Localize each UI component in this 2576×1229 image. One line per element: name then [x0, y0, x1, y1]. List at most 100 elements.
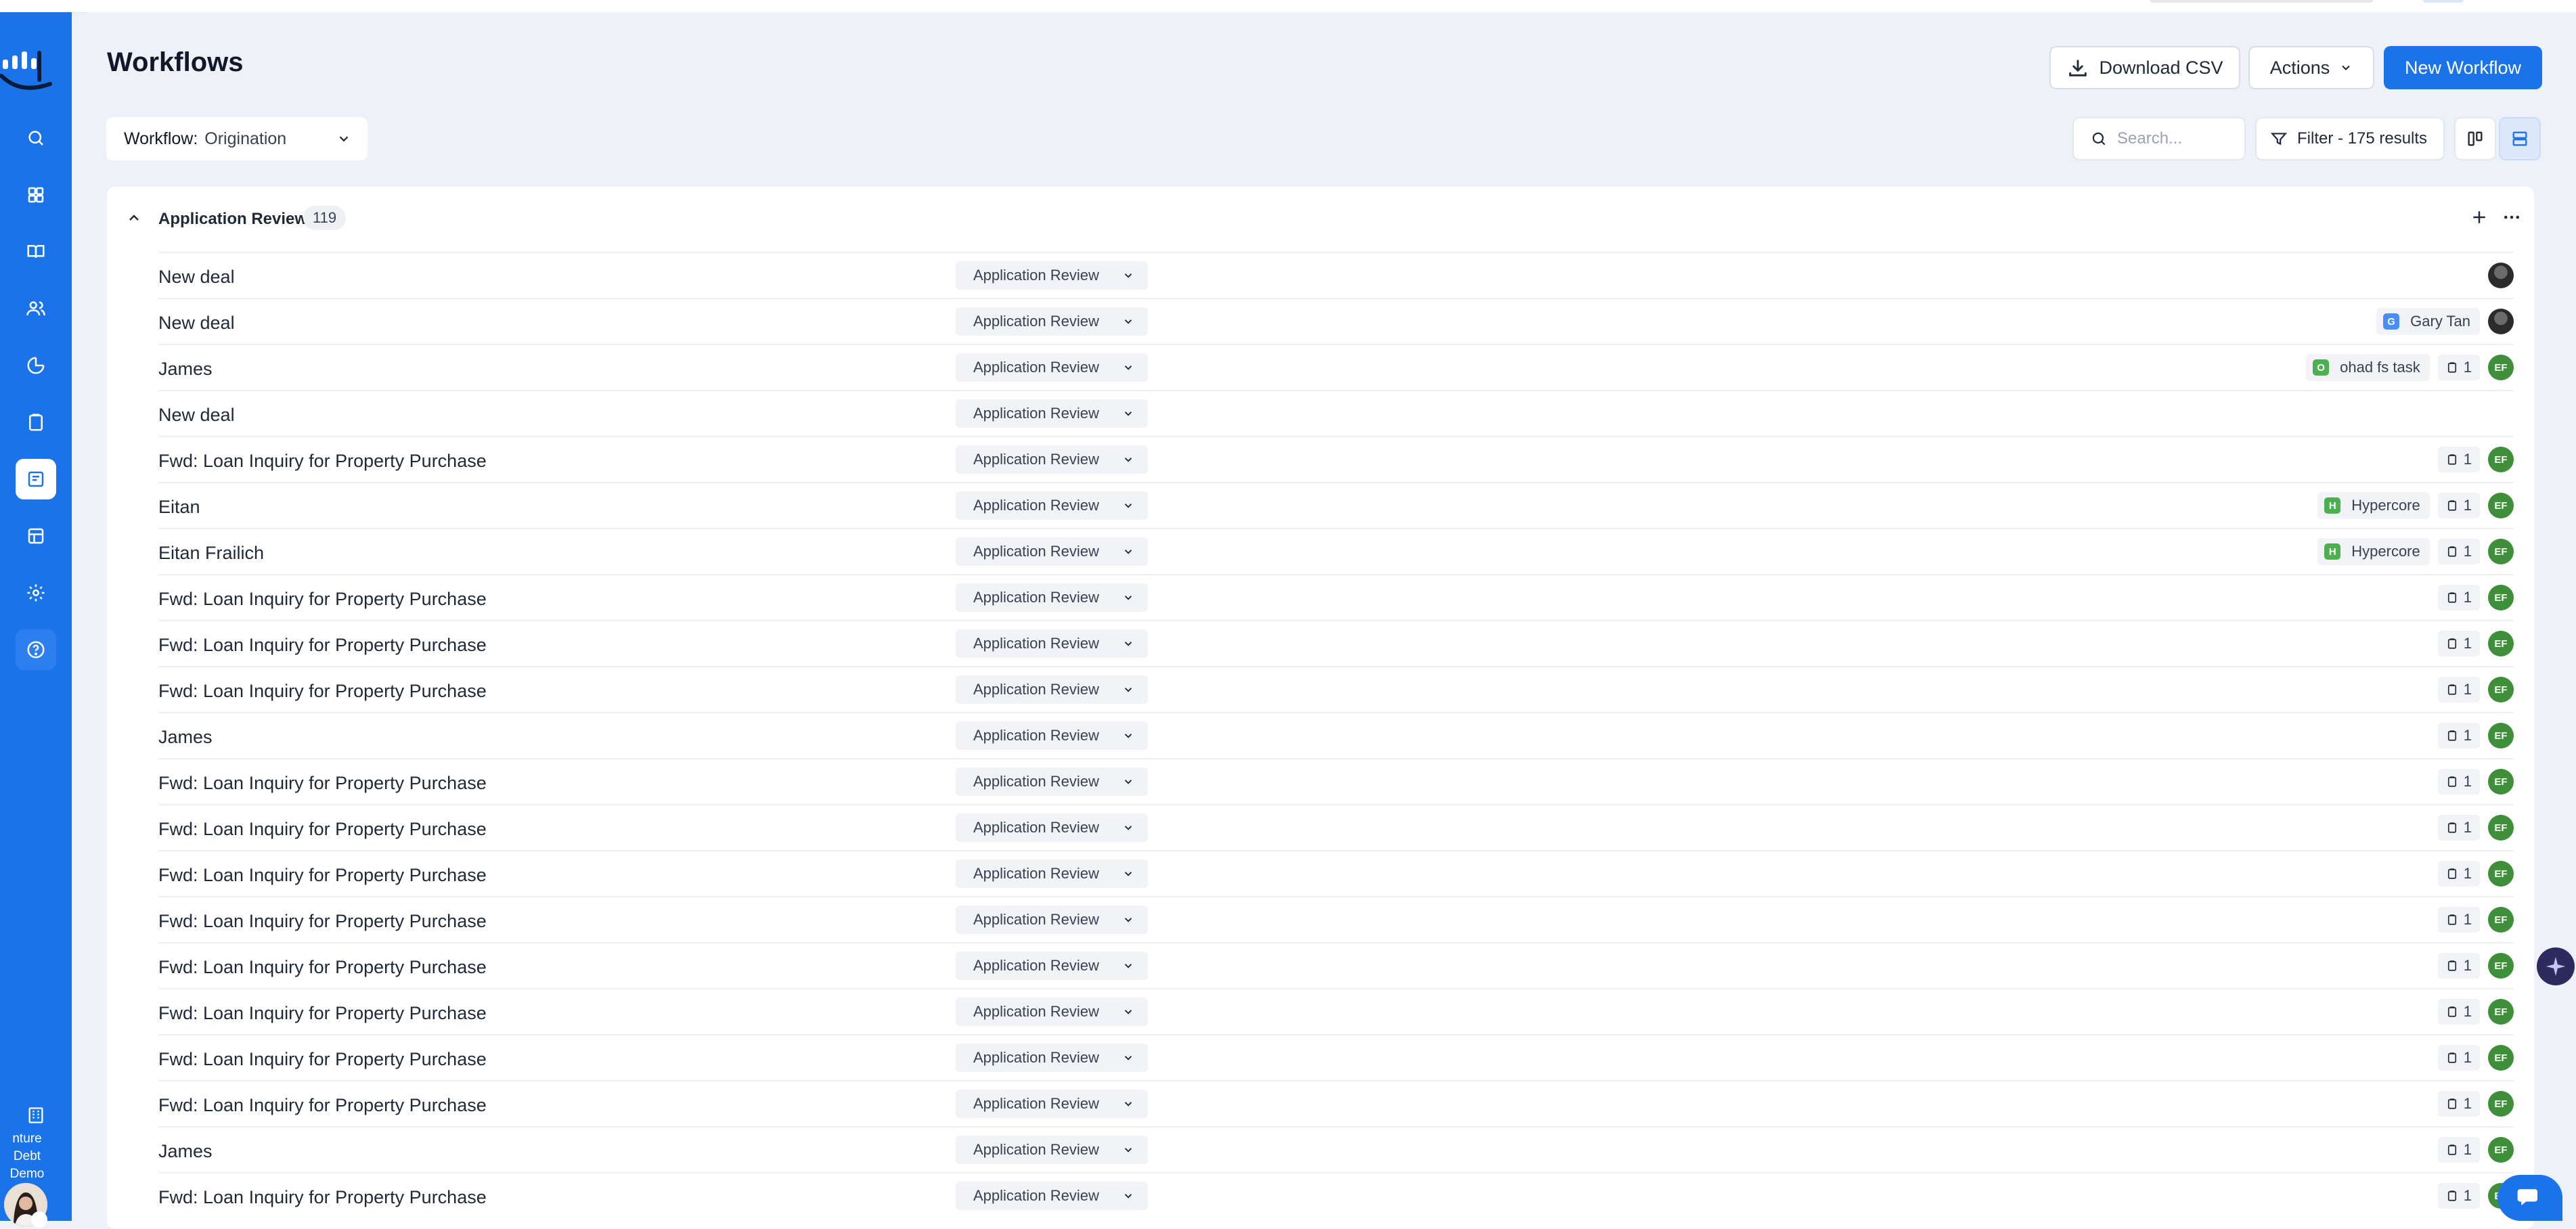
row-title[interactable]: Fwd: Loan Inquiry for Property Purchase	[158, 911, 487, 932]
assignee-avatar[interactable]: EF	[2488, 723, 2514, 748]
row-title[interactable]: James	[158, 359, 213, 380]
stage-dropdown[interactable]: Application Review	[956, 721, 1148, 750]
task-count-chip[interactable]: 1	[2437, 953, 2480, 979]
stage-dropdown[interactable]: Application Review	[956, 491, 1148, 520]
stage-dropdown[interactable]: Application Review	[956, 445, 1148, 474]
company-tag[interactable]: Oohad fs task	[2306, 354, 2430, 381]
stage-dropdown[interactable]: Application Review	[956, 906, 1148, 934]
table-row[interactable]: Fwd: Loan Inquiry for Property Purchase A…	[158, 896, 2514, 942]
table-row[interactable]: Fwd: Loan Inquiry for Property Purchase A…	[158, 850, 2514, 896]
table-row[interactable]: New deal Application Review G Gary Tan	[158, 298, 2514, 344]
stage-dropdown[interactable]: Application Review	[956, 952, 1148, 980]
stage-dropdown[interactable]: Application Review	[956, 629, 1148, 658]
row-title[interactable]: Fwd: Loan Inquiry for Property Purchase	[158, 1003, 487, 1024]
assignee-avatar[interactable]: EF	[2488, 1137, 2514, 1163]
stage-dropdown[interactable]: Application Review	[956, 1044, 1148, 1072]
help-icon[interactable]	[16, 629, 56, 670]
stage-dropdown[interactable]: Application Review	[956, 583, 1148, 612]
table-row[interactable]: Fwd: Loan Inquiry for Property Purchase A…	[158, 804, 2514, 850]
stage-dropdown[interactable]: Application Review	[956, 307, 1148, 336]
stage-dropdown[interactable]: Application Review	[956, 261, 1148, 290]
task-count-chip[interactable]: 1	[2437, 907, 2480, 933]
dashboard-icon[interactable]	[16, 175, 56, 215]
more-options-icon[interactable]	[2502, 207, 2522, 227]
settings-icon[interactable]	[16, 573, 56, 613]
table-row[interactable]: Fwd: Loan Inquiry for Property Purchase A…	[158, 1034, 2514, 1080]
task-count-chip[interactable]: 1	[2437, 1045, 2480, 1071]
row-title[interactable]: Fwd: Loan Inquiry for Property Purchase	[158, 773, 487, 794]
task-count-chip[interactable]: 1	[2437, 539, 2480, 564]
download-csv-button[interactable]: Download CSV	[2049, 46, 2240, 89]
row-title[interactable]: Fwd: Loan Inquiry for Property Purchase	[158, 1095, 487, 1116]
assignee-avatar[interactable]: EF	[2488, 999, 2514, 1025]
assignee-avatar[interactable]: EF	[2488, 539, 2514, 564]
task-count-chip[interactable]: 1	[2437, 861, 2480, 887]
table-row[interactable]: Eitan Application Review H Hypercore 1 EF	[158, 482, 2514, 528]
list-view-toggle[interactable]	[2499, 117, 2541, 160]
task-count-chip[interactable]: 1	[2437, 631, 2480, 656]
stage-dropdown[interactable]: Application Review	[956, 813, 1148, 842]
row-title[interactable]: Fwd: Loan Inquiry for Property Purchase	[158, 635, 487, 656]
row-title[interactable]: Fwd: Loan Inquiry for Property Purchase	[158, 1049, 487, 1070]
table-icon[interactable]	[16, 516, 56, 556]
search-input[interactable]: Search...	[2072, 117, 2246, 160]
table-row[interactable]: Fwd: Loan Inquiry for Property Purchase A…	[158, 574, 2514, 620]
table-row[interactable]: Fwd: Loan Inquiry for Property Purchase A…	[158, 436, 2514, 482]
row-title[interactable]: Fwd: Loan Inquiry for Property Purchase	[158, 957, 487, 978]
filter-button[interactable]: Filter - 175 results	[2255, 117, 2445, 160]
task-count-chip[interactable]: 1	[2437, 493, 2480, 518]
table-row[interactable]: Fwd: Loan Inquiry for Property Purchase A…	[158, 666, 2514, 712]
search-icon[interactable]	[16, 118, 56, 158]
assignee-avatar[interactable]: EF	[2488, 769, 2514, 795]
assignee-avatar[interactable]	[2488, 309, 2514, 334]
stage-dropdown[interactable]: Application Review	[956, 767, 1148, 796]
assignee-avatar[interactable]: EF	[2488, 585, 2514, 610]
table-row[interactable]: Fwd: Loan Inquiry for Property Purchase A…	[158, 988, 2514, 1034]
table-row[interactable]: Eitan Frailich Application Review H Hyperco…	[158, 528, 2514, 574]
chat-support-button[interactable]	[2497, 1175, 2562, 1221]
row-title[interactable]: Eitan	[158, 497, 200, 518]
assignee-avatar[interactable]: EF	[2488, 1045, 2514, 1071]
actions-button[interactable]: Actions	[2248, 46, 2374, 89]
workflow-select[interactable]: Workflow: Origination	[106, 117, 368, 160]
task-count-chip[interactable]: 1	[2437, 585, 2480, 610]
assignee-avatar[interactable]: EF	[2488, 815, 2514, 841]
assignee-avatar[interactable]: EF	[2488, 447, 2514, 472]
company-tag[interactable]: H Hypercore	[2317, 492, 2430, 519]
table-row[interactable]: James Application Review 1 EF	[158, 1126, 2514, 1172]
task-count-chip[interactable]: 1	[2437, 355, 2480, 380]
new-workflow-button[interactable]: New Workflow	[2384, 46, 2542, 89]
row-title[interactable]: New deal	[158, 405, 235, 426]
row-title[interactable]: James	[158, 1141, 213, 1162]
task-count-chip[interactable]: 1	[2437, 1091, 2480, 1117]
task-count-chip[interactable]: 1	[2437, 723, 2480, 748]
clipboard-icon[interactable]	[16, 402, 56, 443]
ai-assistant-button[interactable]	[2537, 947, 2575, 985]
task-count-chip[interactable]: 1	[2437, 447, 2480, 472]
task-count-chip[interactable]: 1	[2437, 815, 2480, 841]
stage-dropdown[interactable]: Application Review	[956, 1136, 1148, 1164]
stage-dropdown[interactable]: Application Review	[956, 537, 1148, 566]
analytics-icon[interactable]	[16, 345, 56, 386]
row-title[interactable]: Fwd: Loan Inquiry for Property Purchase	[158, 681, 487, 702]
stage-dropdown[interactable]: Application Review	[956, 1182, 1148, 1210]
stage-dropdown[interactable]: Application Review	[956, 675, 1148, 704]
row-title[interactable]: Fwd: Loan Inquiry for Property Purchase	[158, 589, 487, 610]
assignee-avatar[interactable]: EF	[2488, 861, 2514, 887]
stage-dropdown[interactable]: Application Review	[956, 399, 1148, 428]
row-title[interactable]: Fwd: Loan Inquiry for Property Purchase	[158, 819, 487, 840]
row-title[interactable]: James	[158, 727, 213, 748]
board-view-toggle[interactable]	[2454, 117, 2496, 160]
org-switcher[interactable]: nture Debt Demo	[0, 1106, 72, 1183]
table-row[interactable]: New deal Application Review	[158, 390, 2514, 436]
book-icon[interactable]	[16, 231, 56, 272]
assignee-avatar[interactable]	[2488, 263, 2514, 288]
row-title[interactable]: New deal	[158, 267, 235, 288]
assignee-avatar[interactable]: EF	[2488, 907, 2514, 933]
table-row[interactable]: Fwd: Loan Inquiry for Property Purchase A…	[158, 758, 2514, 804]
workflows-icon[interactable]	[16, 459, 56, 499]
assignee-avatar[interactable]: EF	[2488, 677, 2514, 702]
stage-dropdown[interactable]: Application Review	[956, 1090, 1148, 1118]
assignee-avatar[interactable]: EF	[2488, 493, 2514, 518]
add-item-icon[interactable]	[2469, 207, 2489, 227]
